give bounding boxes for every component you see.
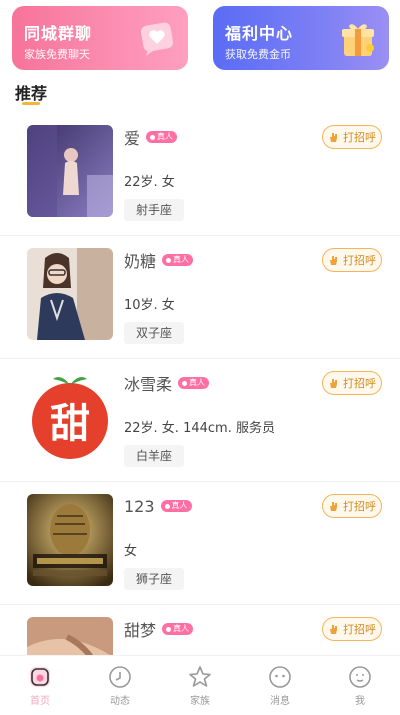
name-row: 奶糖 真人 — [124, 250, 194, 271]
verified-badge: 真人 — [146, 131, 178, 143]
tab-label: 首页 — [30, 696, 50, 707]
tab-label: 动态 — [110, 696, 130, 707]
user-name: 冰雪柔 — [124, 375, 173, 394]
zodiac-tag: 狮子座 — [124, 568, 185, 590]
user-list: 爱 真人 22岁. 女 射手座 打招呼 奶糖 真人 10岁. 女 双子座 打招呼… — [0, 113, 400, 715]
wave-hand-icon — [330, 256, 337, 265]
greet-label: 打招呼 — [343, 377, 376, 390]
name-row: 123 真人 — [124, 496, 192, 516]
tab-messages[interactable]: 消息 — [240, 656, 320, 715]
user-card[interactable]: 甜 冰雪柔 真人 22岁. 女. 144cm. 服务员 白羊座 打招呼 — [0, 359, 400, 482]
greet-label: 打招呼 — [343, 500, 376, 513]
badge-label: 真人 — [173, 255, 190, 264]
greet-label: 打招呼 — [343, 131, 376, 144]
zodiac-tag: 双子座 — [124, 322, 185, 344]
verified-badge: 真人 — [178, 377, 210, 389]
user-info: 女 — [124, 544, 138, 559]
zodiac-tag: 射手座 — [124, 199, 185, 221]
badge-label: 真人 — [171, 501, 188, 510]
user-avatar[interactable] — [27, 125, 113, 217]
greet-label: 打招呼 — [343, 623, 376, 636]
section-underline — [22, 102, 40, 105]
greet-label: 打招呼 — [343, 254, 376, 267]
banner-subtitle: 获取免费金币 — [225, 48, 291, 61]
user-name: 奶糖 — [124, 252, 157, 271]
verified-badge: 真人 — [162, 254, 194, 266]
user-name: 甜梦 — [124, 621, 157, 640]
user-avatar[interactable] — [27, 248, 113, 340]
welfare-center-banner[interactable]: 福利中心 获取免费金币 — [213, 6, 389, 70]
heart-icon — [150, 134, 156, 140]
user-avatar[interactable]: 甜 — [27, 371, 113, 463]
banner-subtitle: 家族免费聊天 — [24, 48, 90, 61]
greet-button[interactable]: 打招呼 — [322, 371, 382, 395]
tab-label: 消息 — [270, 696, 290, 707]
heart-icon — [182, 380, 188, 386]
user-avatar[interactable] — [27, 494, 113, 586]
wave-hand-icon — [330, 133, 337, 142]
name-row: 爱 真人 — [124, 127, 178, 148]
chat-heart-icon — [140, 22, 174, 56]
profile-icon — [349, 666, 371, 688]
heart-icon — [166, 626, 172, 632]
message-icon — [269, 666, 291, 688]
badge-label: 真人 — [189, 378, 206, 387]
greet-button[interactable]: 打招呼 — [322, 248, 382, 272]
banner-title: 福利中心 — [225, 24, 294, 43]
banner-row: 同城群聊 家族免费聊天 福利中心 获取免费金币 — [12, 6, 389, 70]
section-title: 推荐 — [15, 84, 48, 103]
user-name: 爱 — [124, 129, 141, 148]
name-row: 冰雪柔 真人 — [124, 373, 210, 394]
home-icon — [30, 667, 50, 687]
tab-label: 我 — [355, 696, 365, 707]
wave-hand-icon — [330, 625, 337, 634]
heart-icon — [166, 257, 172, 263]
bottom-tab-bar: 首页 动态 家族 消息 我 — [0, 655, 400, 715]
wave-hand-icon — [330, 502, 337, 511]
verified-badge: 真人 — [162, 623, 194, 635]
user-info: 10岁. 女 — [124, 298, 175, 313]
badge-label: 真人 — [173, 624, 190, 633]
badge-label: 真人 — [157, 132, 174, 141]
user-card[interactable]: 123 真人 女 狮子座 打招呼 — [0, 482, 400, 605]
gift-box-icon — [342, 24, 374, 56]
user-info: 22岁. 女. 144cm. 服务员 — [124, 421, 275, 436]
tab-profile[interactable]: 我 — [320, 656, 400, 715]
heart-icon — [164, 503, 170, 509]
family-star-icon — [189, 666, 211, 687]
city-group-chat-banner[interactable]: 同城群聊 家族免费聊天 — [12, 6, 188, 70]
banner-title: 同城群聊 — [24, 24, 93, 43]
tab-moments[interactable]: 动态 — [80, 656, 160, 715]
moment-icon — [109, 666, 131, 688]
greet-button[interactable]: 打招呼 — [322, 125, 382, 149]
user-card[interactable]: 奶糖 真人 10岁. 女 双子座 打招呼 — [0, 236, 400, 359]
tab-family[interactable]: 家族 — [160, 656, 240, 715]
name-row: 甜梦 真人 — [124, 619, 194, 640]
verified-badge: 真人 — [160, 500, 192, 512]
tab-label: 家族 — [190, 696, 210, 707]
user-info: 22岁. 女 — [124, 175, 175, 190]
user-card[interactable]: 爱 真人 22岁. 女 射手座 打招呼 — [0, 113, 400, 236]
wave-hand-icon — [330, 379, 337, 388]
tab-home[interactable]: 首页 — [0, 656, 80, 715]
zodiac-tag: 白羊座 — [124, 445, 185, 467]
user-name: 123 — [124, 496, 155, 516]
greet-button[interactable]: 打招呼 — [322, 617, 382, 641]
avatar-logo-text: 甜 — [50, 401, 90, 447]
greet-button[interactable]: 打招呼 — [322, 494, 382, 518]
